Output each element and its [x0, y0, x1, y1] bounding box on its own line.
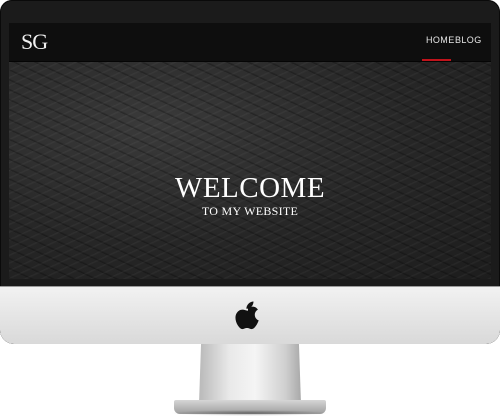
site-navbar: SG HOME BLOG — [9, 23, 491, 62]
nav-item-home[interactable]: HOME — [426, 35, 455, 45]
chin-divider — [0, 286, 500, 287]
imac-stand-shadow — [170, 410, 330, 416]
nav-active-indicator — [422, 59, 451, 61]
brand-logo[interactable]: SG — [21, 30, 48, 54]
apple-logo-icon — [235, 301, 259, 330]
imac-stand-neck — [199, 344, 301, 404]
nav-item-blog[interactable]: BLOG — [455, 35, 482, 45]
hero-section: WELCOME TO MY WEBSITE — [9, 173, 491, 218]
hero-title: WELCOME — [174, 172, 326, 204]
hero-subtitle: TO MY WEBSITE — [201, 204, 299, 218]
website-screen: SG HOME BLOG WELCOME TO MY WEBSITE — [9, 23, 491, 279]
